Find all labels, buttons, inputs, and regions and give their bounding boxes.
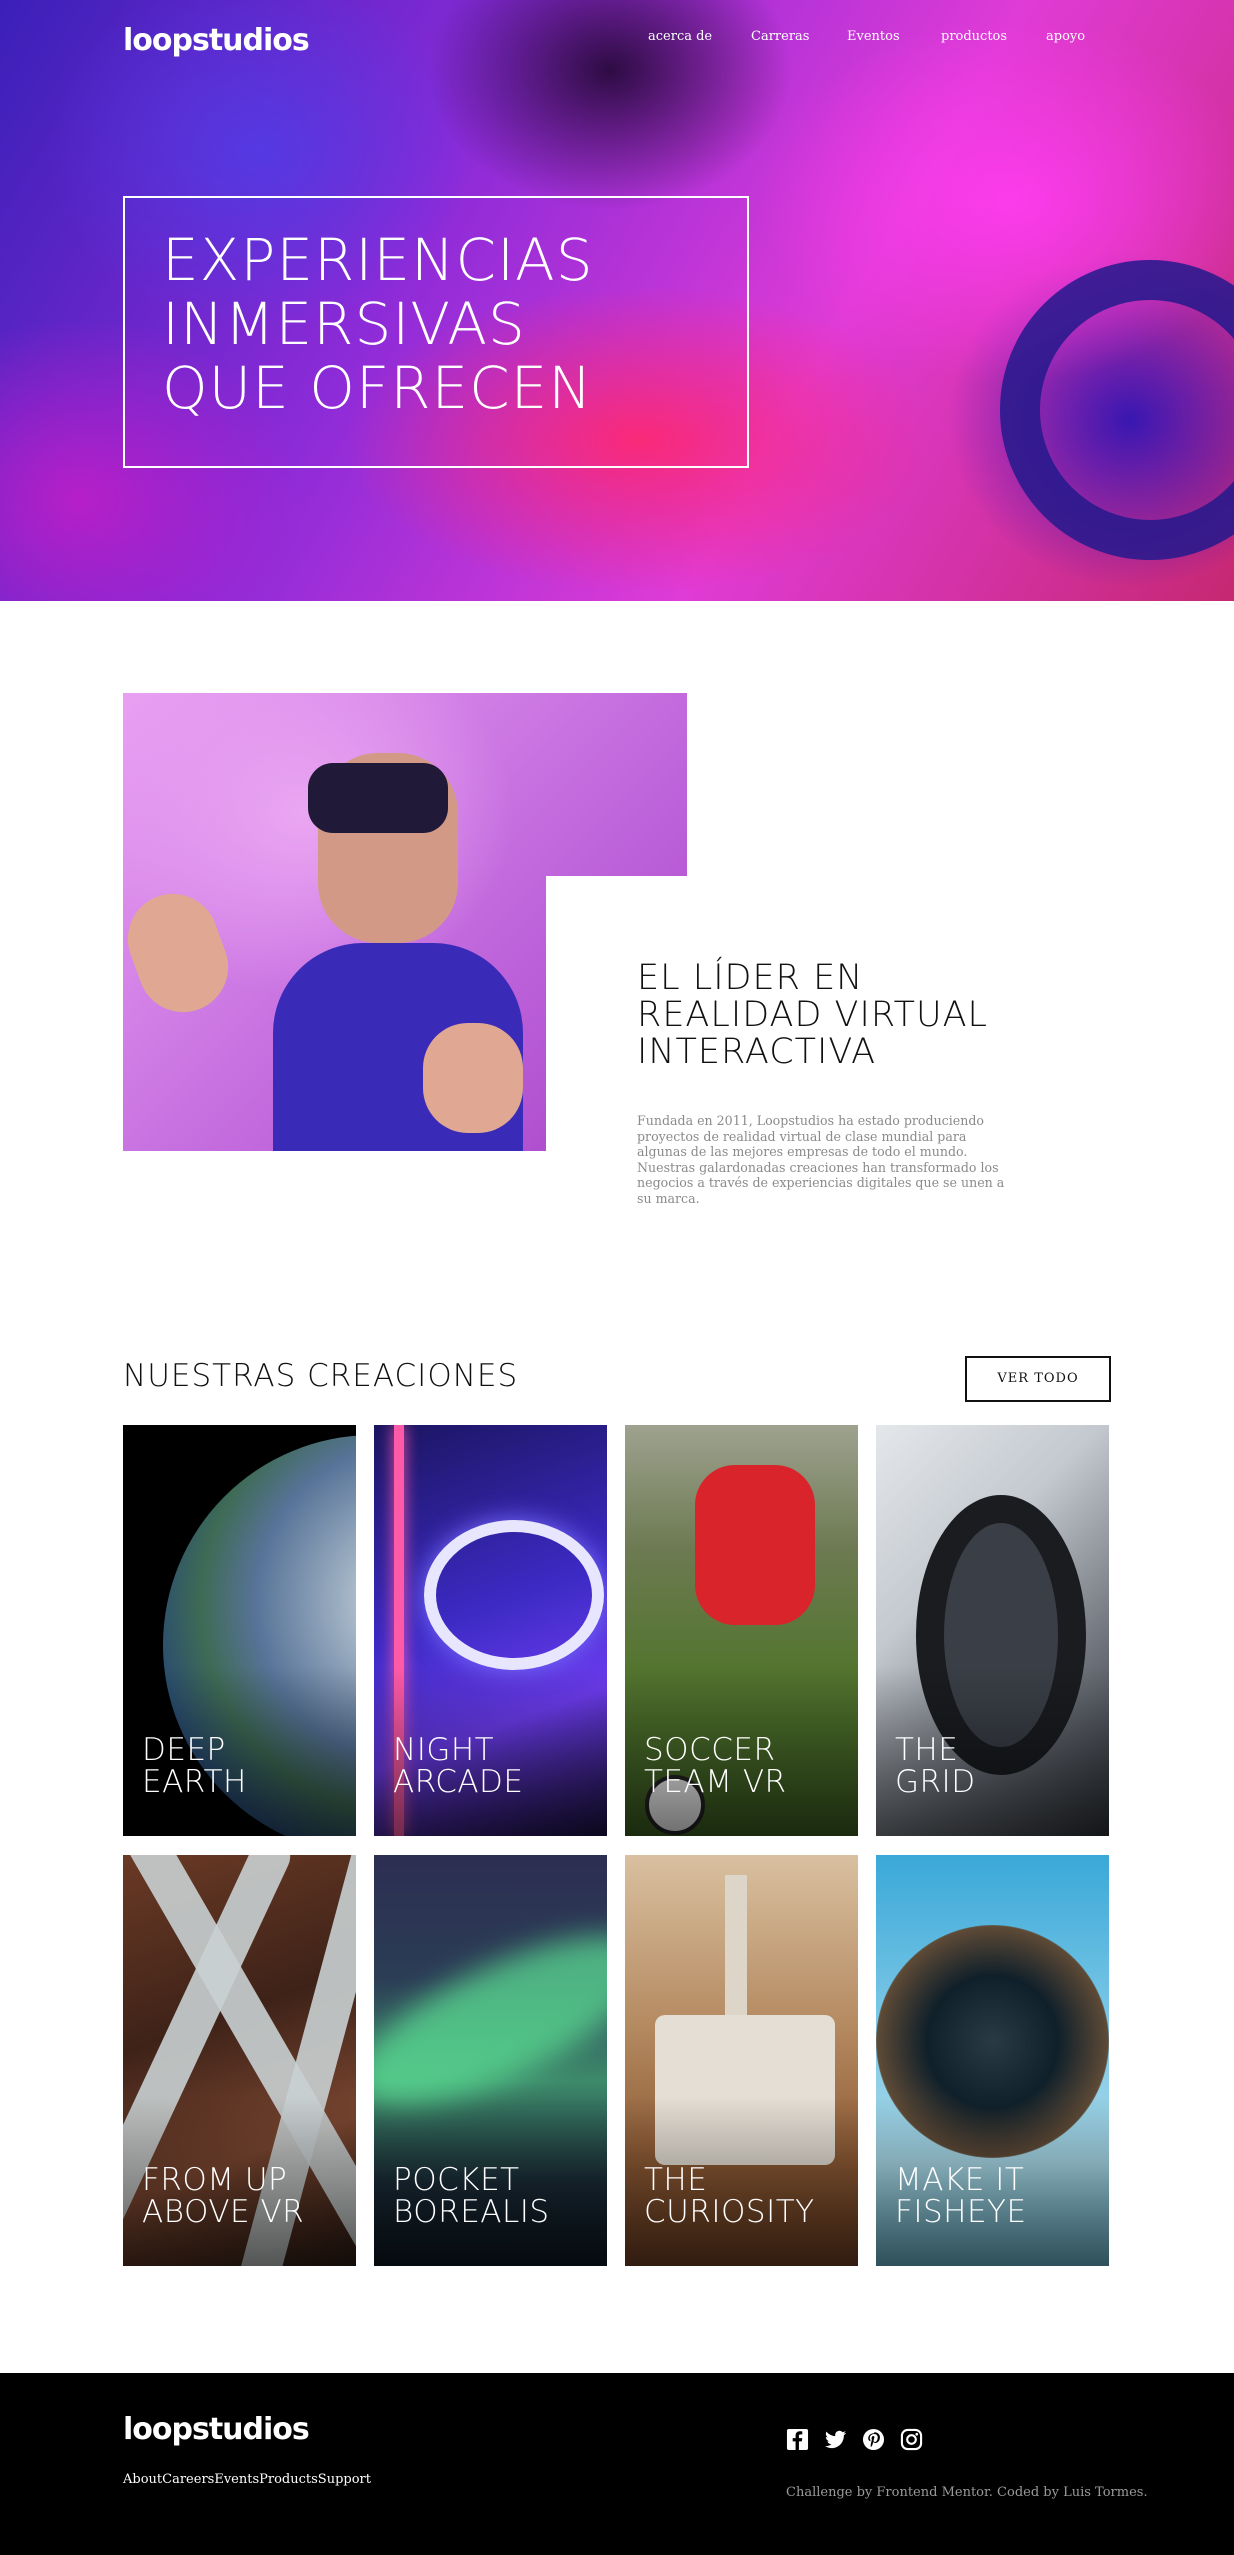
creation-card-the-grid[interactable]: THE GRID <box>876 1425 1109 1836</box>
footer-nav-about[interactable]: About <box>123 2472 162 2487</box>
creation-label: DEEP EARTH <box>142 1732 247 1800</box>
creation-card-soccer-team-vr[interactable]: SOCCER TEAM VR <box>625 1425 858 1836</box>
creation-label: FROM UP ABOVE VR <box>142 2162 305 2230</box>
footer-nav: AboutCareersEventsProductsSupport <box>123 2468 371 2487</box>
hero-title-line: QUE OFRECEN <box>162 354 593 422</box>
intro-text: Fundada en 2011, Loopstudios ha estado p… <box>637 1113 1005 1206</box>
intro-title: EL LÍDER EN REALIDAD VIRTUAL INTERACTIVA <box>637 960 1057 1071</box>
intro-title-line: REALIDAD VIRTUAL <box>637 995 989 1035</box>
creation-card-pocket-borealis[interactable]: POCKET BOREALIS <box>374 1855 607 2266</box>
footer-nav-events[interactable]: Events <box>214 2472 259 2487</box>
creation-card-make-it-fisheye[interactable]: MAKE IT FISHEYE <box>876 1855 1109 2266</box>
creation-label: THE GRID <box>895 1732 976 1800</box>
footer-nav-support[interactable]: Support <box>318 2472 371 2487</box>
hero-title: EXPERIENCIAS INMERSIVAS QUE OFRECEN <box>162 228 722 420</box>
footer-nav-products[interactable]: Products <box>259 2472 318 2487</box>
creation-label: SOCCER TEAM VR <box>644 1732 787 1800</box>
nav-item-careers[interactable]: Carreras <box>751 29 809 44</box>
nav-item-support[interactable]: apoyo <box>1046 29 1085 44</box>
see-all-button[interactable]: VER TODO <box>965 1356 1111 1402</box>
creation-label: THE CURIOSITY <box>644 2162 815 2230</box>
intro-title-line: INTERACTIVA <box>637 1032 877 1072</box>
creation-card-the-curiosity[interactable]: THE CURIOSITY <box>625 1855 858 2266</box>
facebook-icon[interactable] <box>786 2428 809 2451</box>
social-links <box>786 2428 933 2452</box>
creations-title: NUESTRAS CREACIONES <box>123 1358 519 1394</box>
creation-card-night-arcade[interactable]: NIGHT ARCADE <box>374 1425 607 1836</box>
intro-title-line: EL LÍDER EN <box>637 958 864 998</box>
footer-attribution: Challenge by Frontend Mentor. Coded by L… <box>786 2485 1148 2500</box>
person-hand <box>423 1023 523 1133</box>
arcade-ring <box>424 1520 604 1670</box>
instagram-icon[interactable] <box>900 2428 923 2451</box>
person-hand <box>123 881 241 1025</box>
rover-mast <box>725 1875 747 2025</box>
creation-card-deep-earth[interactable]: DEEP EARTH <box>123 1425 356 1836</box>
footer-nav-careers[interactable]: Careers <box>162 2472 214 2487</box>
pinterest-icon[interactable] <box>862 2428 885 2451</box>
main-nav: acerca de Carreras Eventos productos apo… <box>0 29 1234 51</box>
hero-title-line: EXPERIENCIAS <box>162 226 594 294</box>
footer <box>0 2373 1234 2555</box>
hero-title-line: INMERSIVAS <box>162 290 526 358</box>
creation-label: POCKET BOREALIS <box>393 2162 550 2230</box>
vr-headset <box>308 763 448 833</box>
creation-card-from-up-above-vr[interactable]: FROM UP ABOVE VR <box>123 1855 356 2266</box>
creation-label: MAKE IT FISHEYE <box>895 2162 1027 2230</box>
creation-label: NIGHT ARCADE <box>393 1732 524 1800</box>
nav-item-about[interactable]: acerca de <box>648 29 712 44</box>
twitter-icon[interactable] <box>824 2428 847 2451</box>
footer-logo[interactable]: loopstudios <box>123 2412 310 2447</box>
steering-wheel-shape <box>1000 260 1234 560</box>
nav-item-products[interactable]: productos <box>941 29 1007 44</box>
soccer-player <box>695 1465 815 1625</box>
nav-item-events[interactable]: Eventos <box>847 29 900 44</box>
